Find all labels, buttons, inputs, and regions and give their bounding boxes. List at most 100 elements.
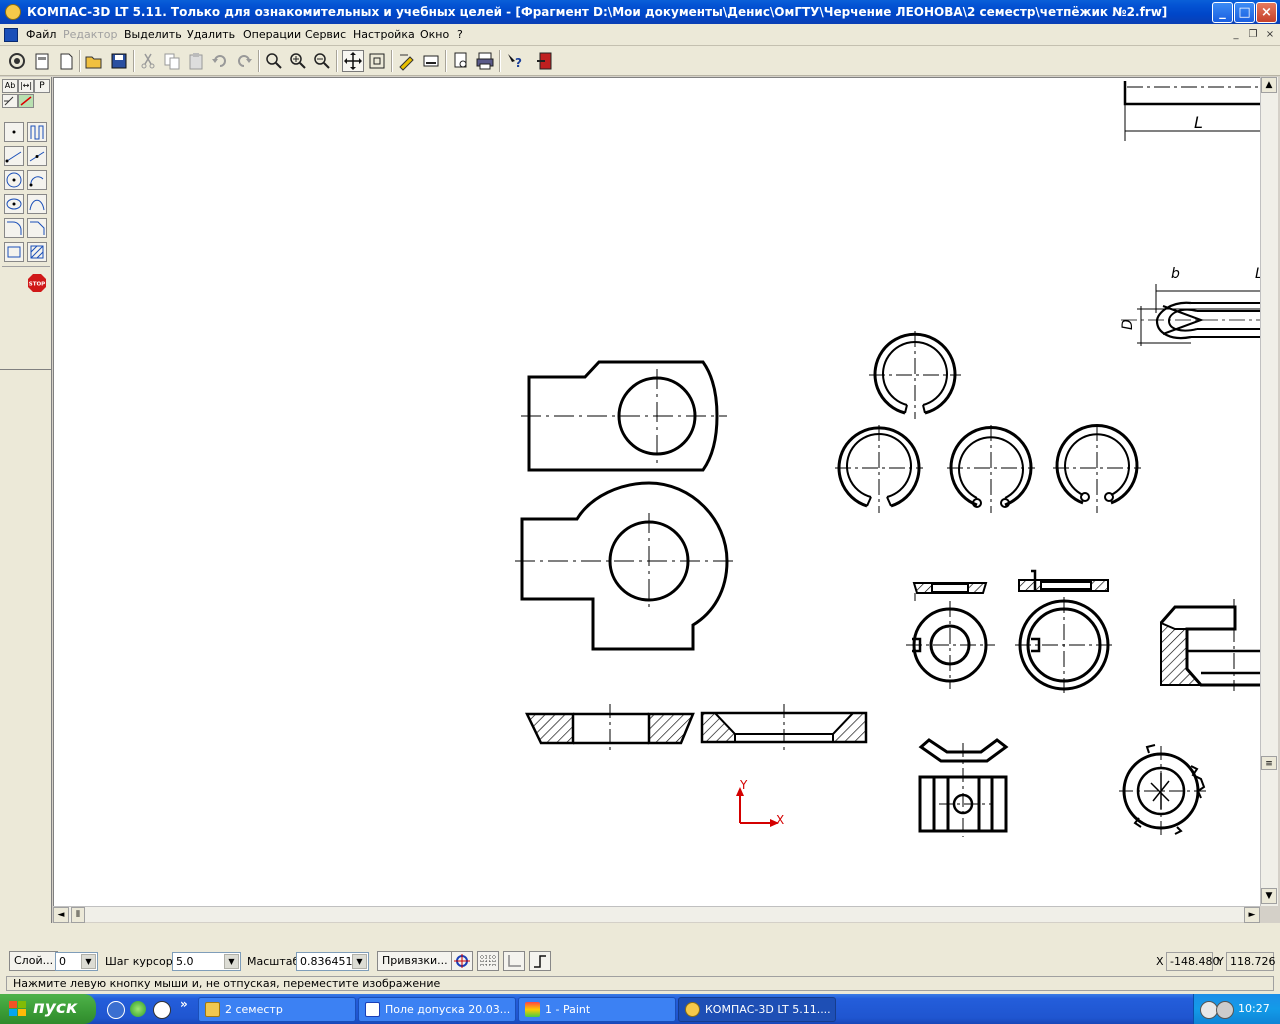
layer-button[interactable]: Слой... xyxy=(9,951,59,971)
menu-delete[interactable]: Удалить xyxy=(187,28,235,41)
hatch-tool-icon[interactable] xyxy=(27,242,47,262)
redraw-icon[interactable] xyxy=(396,50,418,72)
menu-help[interactable]: ? xyxy=(457,28,463,41)
menu-service[interactable]: Сервис xyxy=(305,28,346,41)
snap-settings-icon[interactable] xyxy=(451,951,473,971)
doc-close-button[interactable]: × xyxy=(1264,29,1276,41)
y-coordinate-field[interactable]: 118.726 xyxy=(1226,952,1276,971)
stop-icon[interactable]: STOP xyxy=(27,273,47,293)
parallel-segment-icon[interactable] xyxy=(27,146,47,166)
zoom-icon[interactable] xyxy=(263,50,285,72)
tab-geometry-icon[interactable] xyxy=(18,94,34,108)
gear-icon[interactable] xyxy=(6,50,28,72)
circle-tool-icon[interactable] xyxy=(4,170,24,190)
task-kompas[interactable]: КОМПАС-3D LT 5.11.... xyxy=(678,997,836,1022)
doc-minimize-button[interactable]: _ xyxy=(1230,29,1242,41)
kompas-app-icon[interactable] xyxy=(5,4,21,20)
hint-line: Нажмите левую кнопку мыши и, не отпуская… xyxy=(6,976,1274,991)
menu-file[interactable]: Файл xyxy=(26,28,56,41)
new-fragment-icon[interactable] xyxy=(55,50,77,72)
menu-editor[interactable]: Редактор xyxy=(63,28,118,41)
task-label: 2 семестр xyxy=(225,1003,283,1016)
drawing-canvas[interactable]: L b L D xyxy=(53,77,1260,906)
new-document-icon[interactable] xyxy=(31,50,53,72)
paste-icon[interactable] xyxy=(185,50,207,72)
print-preview-icon[interactable] xyxy=(450,50,472,72)
vertical-scroll-thumb[interactable]: ≡ xyxy=(1261,756,1277,770)
maximize-button[interactable]: □ xyxy=(1234,2,1255,23)
scroll-right-arrow[interactable]: ► xyxy=(1244,907,1260,923)
local-cs-icon[interactable] xyxy=(503,951,525,971)
horizontal-scrollbar[interactable]: ◄ ⦀ ► xyxy=(53,906,1260,923)
context-help-icon[interactable]: ? xyxy=(504,50,526,72)
menu-settings[interactable]: Настройка xyxy=(353,28,415,41)
task-folder[interactable]: 2 семестр xyxy=(198,997,356,1022)
point-tool-icon[interactable] xyxy=(4,122,24,142)
fillet-tool-icon[interactable] xyxy=(4,218,24,238)
ortho-mode-icon[interactable] xyxy=(529,951,551,971)
print-icon[interactable] xyxy=(474,50,496,72)
quicklaunch-panda-icon[interactable] xyxy=(153,1001,171,1019)
tab-edit-icon[interactable] xyxy=(2,94,18,108)
title-bar: КОМПАС-3D LT 5.11. Только для ознакомите… xyxy=(0,0,1280,24)
spline-tool-icon[interactable] xyxy=(27,194,47,214)
vertical-scrollbar[interactable]: ▲ ≡ ▼ xyxy=(1260,77,1278,906)
grid-icon[interactable] xyxy=(477,951,499,971)
redo-icon[interactable] xyxy=(233,50,255,72)
chevron-down-icon[interactable]: ▼ xyxy=(81,954,96,969)
save-icon[interactable] xyxy=(108,50,130,72)
windows-logo-icon xyxy=(9,1001,26,1016)
task-word[interactable]: Поле допуска 20.03... xyxy=(358,997,516,1022)
auxiliary-line-icon[interactable] xyxy=(27,122,47,142)
x-coordinate-field[interactable]: -148.480 xyxy=(1166,952,1219,971)
layer-select[interactable]: 0 ▼ xyxy=(55,952,98,971)
menu-window[interactable]: Окно xyxy=(420,28,449,41)
exit-icon[interactable] xyxy=(534,50,556,72)
cut-icon[interactable] xyxy=(137,50,159,72)
step-label: Шаг курсора xyxy=(105,955,180,968)
scroll-left-arrow[interactable]: ◄ xyxy=(53,907,69,923)
more-quicklaunch[interactable]: » xyxy=(180,997,188,1011)
calculator-icon[interactable] xyxy=(420,50,442,72)
ellipse-tool-icon[interactable] xyxy=(4,194,24,214)
chevron-down-icon[interactable]: ▼ xyxy=(224,954,239,969)
scroll-down-arrow[interactable]: ▼ xyxy=(1261,888,1277,904)
quicklaunch-browser-icon[interactable] xyxy=(130,1001,146,1017)
arc-tool-icon[interactable] xyxy=(27,170,47,190)
document-icon[interactable] xyxy=(4,28,18,42)
start-button[interactable]: пуск xyxy=(0,994,96,1024)
scale-select[interactable]: 0.836451 ▼ xyxy=(296,952,369,971)
chamfer-tool-icon[interactable] xyxy=(27,218,47,238)
quicklaunch-app-icon[interactable] xyxy=(107,1001,125,1019)
scroll-up-arrow[interactable]: ▲ xyxy=(1261,77,1277,93)
open-folder-icon[interactable] xyxy=(83,50,105,72)
snap-ring-right xyxy=(1053,424,1141,513)
zoom-out-icon[interactable] xyxy=(311,50,333,72)
doc-restore-button[interactable]: ❐ xyxy=(1247,29,1259,41)
pan-icon[interactable] xyxy=(342,50,364,72)
snap-ring-middle xyxy=(947,425,1035,513)
segment-tool-icon[interactable] xyxy=(4,146,24,166)
close-button[interactable]: × xyxy=(1256,2,1277,23)
clock[interactable]: 10:27 xyxy=(1238,1002,1270,1015)
horizontal-scroll-thumb[interactable]: ⦀ xyxy=(71,907,85,923)
snaps-button[interactable]: Привязки... xyxy=(377,951,453,971)
menu-select[interactable]: Выделить xyxy=(124,28,182,41)
copy-icon[interactable] xyxy=(161,50,183,72)
zoom-in-icon[interactable] xyxy=(287,50,309,72)
rectangle-tool-icon[interactable] xyxy=(4,242,24,262)
task-paint[interactable]: 1 - Paint xyxy=(518,997,676,1022)
tab-text-tools[interactable]: Ab xyxy=(2,79,18,93)
undo-icon[interactable] xyxy=(209,50,231,72)
minimize-button[interactable]: _ xyxy=(1212,2,1233,23)
drawing-svg[interactable]: L b L D xyxy=(54,78,1260,906)
tray-volume-icon[interactable] xyxy=(1216,1001,1234,1019)
step-select[interactable]: 5.0 ▼ xyxy=(172,952,241,971)
task-label: Поле допуска 20.03... xyxy=(385,1003,511,1016)
tab-parametric[interactable]: P xyxy=(34,79,50,93)
dim-label-d: D xyxy=(1120,319,1136,330)
menu-operations[interactable]: Операции xyxy=(243,28,301,41)
chevron-down-icon[interactable]: ▼ xyxy=(352,954,367,969)
tab-dimensions[interactable]: |↔| xyxy=(18,79,34,93)
show-all-icon[interactable] xyxy=(366,50,388,72)
